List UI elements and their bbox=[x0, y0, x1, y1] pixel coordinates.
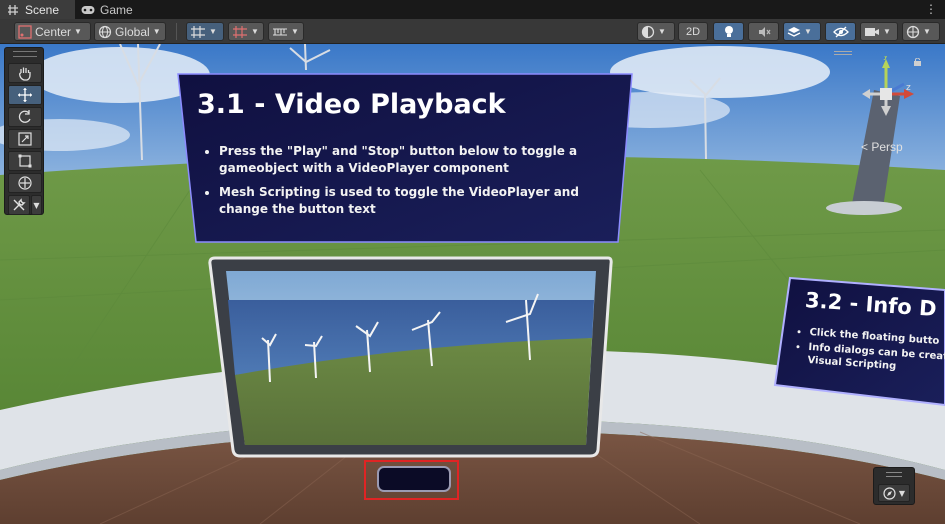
tab-scene[interactable]: Scene bbox=[0, 0, 75, 19]
scale-icon bbox=[18, 132, 32, 146]
pivot-space-dropdown[interactable]: Global ▼ bbox=[94, 22, 166, 41]
toolbar-divider bbox=[176, 23, 177, 40]
rotate-tool-button[interactable] bbox=[8, 107, 42, 127]
pivot-center-icon bbox=[18, 24, 32, 39]
move-arrows-icon bbox=[18, 88, 32, 102]
list-item: Mesh Scripting is used to toggle the Vid… bbox=[219, 184, 609, 218]
gamepad-icon bbox=[81, 4, 95, 16]
unity-editor: Scene Game ⋮ Center ▼ Global ▼ ▼ ▼ ▼ ▼ 2… bbox=[0, 0, 945, 524]
lightbulb-icon bbox=[724, 25, 733, 37]
overlay-drag-handle[interactable] bbox=[886, 472, 902, 477]
grid-snapping-toggle[interactable]: ▼ bbox=[186, 22, 224, 41]
svg-text:z: z bbox=[906, 83, 911, 93]
chevron-down-icon: ▼ bbox=[33, 200, 40, 210]
chevron-down-icon: ▼ bbox=[898, 488, 906, 498]
layers-icon bbox=[787, 26, 801, 37]
camera-overlay: ▼ bbox=[873, 467, 915, 505]
lighting-toggle[interactable] bbox=[713, 22, 744, 41]
pivot-mode-dropdown[interactable]: Center ▼ bbox=[14, 22, 91, 41]
snap-increment-icon bbox=[233, 25, 247, 38]
camera-icon bbox=[865, 27, 879, 36]
list-item: Press the "Play" and "Stop" button below… bbox=[219, 143, 609, 177]
hash-grid-icon bbox=[6, 4, 20, 16]
tab-scene-label: Scene bbox=[25, 2, 60, 17]
transform-icon bbox=[18, 176, 32, 190]
chevron-down-icon: ▼ bbox=[883, 27, 891, 36]
eye-slash-icon bbox=[832, 26, 849, 37]
chevron-down-icon: ▼ bbox=[658, 27, 666, 36]
ruler-icon bbox=[273, 27, 287, 36]
shading-mode-dropdown[interactable]: ▼ bbox=[637, 22, 675, 41]
chevron-down-icon: ▼ bbox=[152, 27, 161, 36]
gizmos-dropdown[interactable]: ▼ bbox=[902, 22, 940, 41]
chevron-down-icon: ▼ bbox=[251, 27, 259, 36]
scene-visibility-toggle[interactable] bbox=[825, 22, 856, 41]
tool-palette: ▼ bbox=[4, 47, 44, 215]
chevron-down-icon: ▼ bbox=[804, 27, 812, 36]
hand-icon bbox=[19, 67, 31, 81]
orientation-gizmo[interactable]: y z bbox=[860, 56, 920, 126]
pivot-space-label: Global bbox=[115, 24, 150, 39]
view-tool-button[interactable] bbox=[8, 63, 42, 83]
chevron-down-icon: ▼ bbox=[74, 27, 82, 36]
audio-toggle[interactable] bbox=[748, 22, 779, 41]
panel-video-bullets: Press the "Play" and "Stop" button below… bbox=[199, 143, 609, 225]
gizmo-drag-handle[interactable] bbox=[834, 51, 852, 55]
view-tab-bar: Scene Game ⋮ bbox=[0, 0, 945, 19]
increment-snap-toggle[interactable]: ▼ bbox=[228, 22, 264, 41]
chevron-down-icon: ▼ bbox=[923, 27, 931, 36]
camera-projection-label[interactable]: < Persp bbox=[861, 140, 903, 154]
transform-tool-button[interactable] bbox=[8, 173, 42, 193]
scale-tool-button[interactable] bbox=[8, 129, 42, 149]
panel-video-title: 3.1 - Video Playback bbox=[197, 89, 506, 120]
scene-toolbar: Center ▼ Global ▼ ▼ ▼ ▼ ▼ 2D ▼ ▼ ▼ bbox=[0, 19, 945, 44]
pivot-mode-label: Center bbox=[35, 24, 72, 39]
effects-dropdown[interactable]: ▼ bbox=[783, 22, 821, 41]
camera-overlay-button[interactable]: ▼ bbox=[878, 484, 910, 502]
grid-snap-icon bbox=[191, 25, 205, 38]
wrench-icon bbox=[13, 198, 26, 211]
speaker-muted-icon bbox=[758, 26, 770, 37]
tab-game[interactable]: Game bbox=[75, 0, 143, 19]
toggle-2d-label: 2D bbox=[685, 25, 701, 38]
globe-icon bbox=[98, 25, 112, 38]
more-menu-icon[interactable]: ⋮ bbox=[925, 2, 937, 16]
chevron-down-icon: ▼ bbox=[209, 27, 217, 36]
gizmo-globe-icon bbox=[906, 25, 920, 38]
ruler-toggle[interactable]: ▼ bbox=[268, 22, 304, 41]
move-tool-button[interactable] bbox=[8, 85, 42, 105]
chevron-down-icon: ▼ bbox=[291, 27, 299, 36]
rect-transform-icon bbox=[18, 154, 32, 168]
rotate-icon bbox=[18, 110, 31, 123]
camera-settings-dropdown[interactable]: ▼ bbox=[860, 22, 898, 41]
video-toggle-button[interactable] bbox=[377, 466, 451, 492]
custom-tools-button[interactable] bbox=[8, 195, 30, 215]
scene-viewport[interactable]: 3.1 - Video Playback Press the "Play" an… bbox=[0, 44, 945, 524]
rect-tool-button[interactable] bbox=[8, 151, 42, 171]
svg-text:y: y bbox=[883, 56, 889, 61]
toggle-2d-button[interactable]: 2D bbox=[678, 22, 708, 41]
custom-tools-dropdown[interactable]: ▼ bbox=[31, 195, 42, 215]
tab-game-label: Game bbox=[100, 2, 133, 17]
palette-drag-handle[interactable] bbox=[13, 51, 37, 57]
compass-icon bbox=[883, 486, 896, 500]
shading-sphere-icon bbox=[641, 25, 655, 38]
